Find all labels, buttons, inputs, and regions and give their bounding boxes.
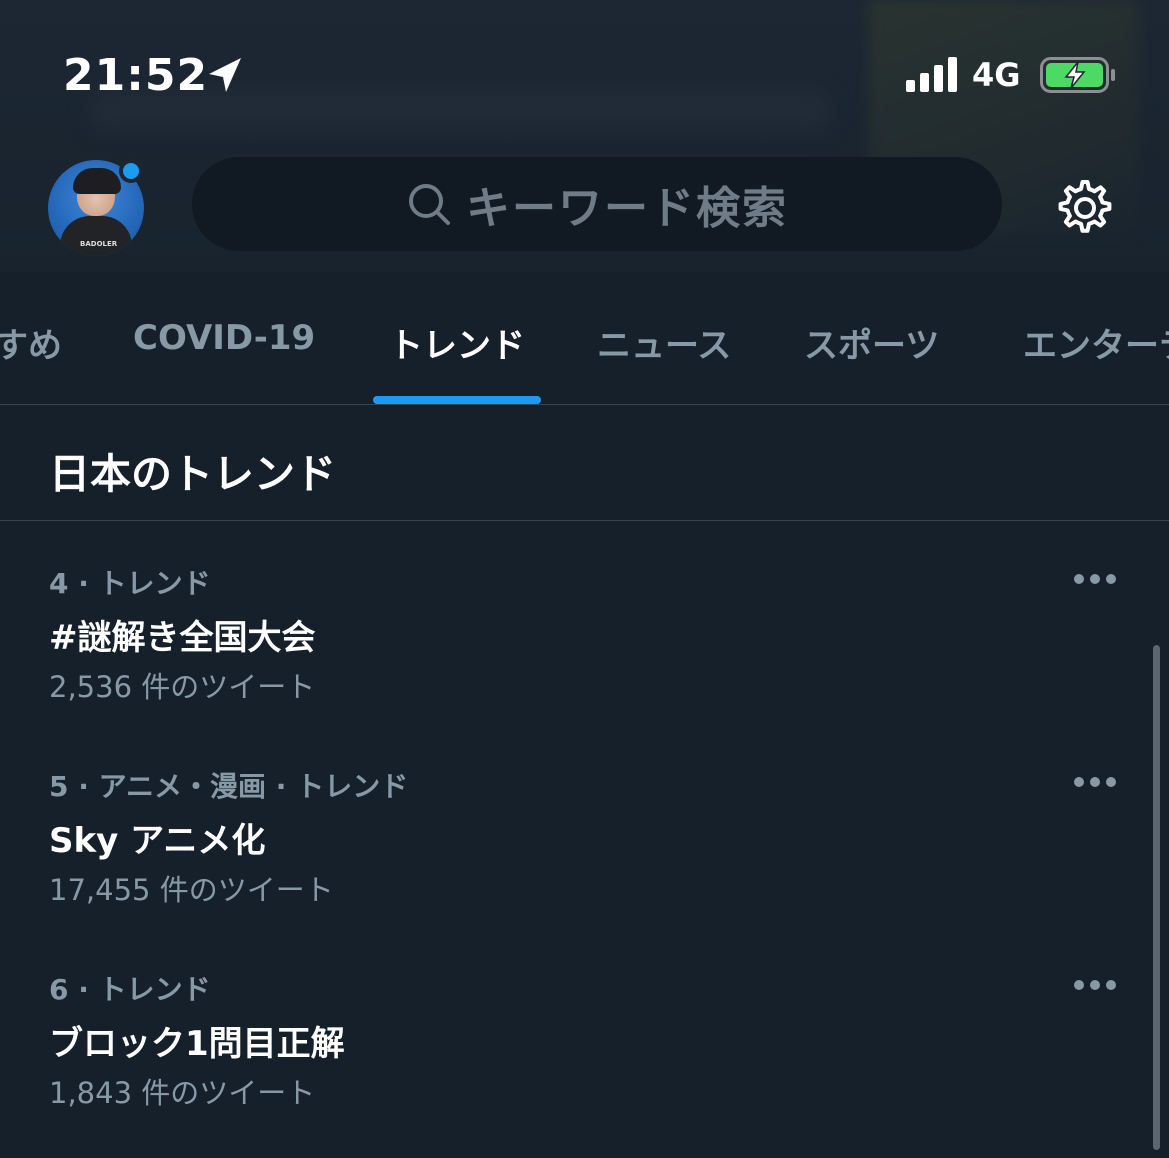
search-input[interactable]: キーワード検索	[192, 157, 1002, 251]
search-placeholder: キーワード検索	[466, 183, 788, 234]
avatar-body	[60, 216, 132, 256]
trend-tweet-count: 1,843 件のツイート	[49, 1076, 316, 1110]
more-options-icon[interactable]	[1072, 572, 1118, 586]
trend-tweet-count: 2,536 件のツイート	[49, 670, 316, 704]
tab-recommended[interactable]: すめ	[0, 318, 62, 367]
status-bar: 21:52 4G	[0, 40, 1169, 110]
tab-news[interactable]: ニュース	[597, 318, 731, 367]
trend-tweet-count: 17,455 件のツイート	[49, 873, 334, 907]
notification-dot	[119, 159, 143, 183]
tab-covid-19[interactable]: COVID-19	[133, 318, 315, 358]
trend-meta: 4 · トレンド	[49, 567, 211, 600]
tab-entertainment[interactable]: エンターテ	[1023, 318, 1169, 367]
trend-item[interactable]: 4 · トレンド #謎解き全国大会 2,536 件のツイート	[0, 562, 1169, 752]
avatar-hair	[73, 168, 121, 194]
tab-trending[interactable]: トレンド	[389, 318, 525, 367]
trend-item[interactable]: 5 · アニメ・漫画 · トレンド Sky アニメ化 17,455 件のツイート	[0, 765, 1169, 955]
more-options-icon[interactable]	[1072, 978, 1118, 992]
trend-name: Sky アニメ化	[49, 821, 266, 861]
trend-name: #謎解き全国大会	[49, 618, 316, 658]
avatar-shirt-text: BADOLER	[80, 240, 118, 248]
tab-sports[interactable]: スポーツ	[804, 318, 939, 367]
explore-tabs: すめ COVID-19 トレンド ニュース スポーツ エンターテ	[0, 280, 1169, 405]
trend-name: ブロック1問目正解	[49, 1024, 345, 1064]
battery-charging-icon	[1040, 57, 1115, 93]
trend-meta: 5 · アニメ・漫画 · トレンド	[49, 770, 409, 803]
trend-meta: 6 · トレンド	[49, 973, 211, 1006]
settings-gear-icon[interactable]	[1053, 176, 1117, 240]
explore-screen: 21:52 4G BADOLER キーワード検索 すめ COVID-19 トレン…	[0, 0, 1169, 1158]
search-icon	[409, 184, 450, 225]
status-time: 21:52	[63, 50, 209, 101]
scrollbar[interactable]	[1153, 645, 1160, 1150]
trend-item[interactable]: 6 · トレンド ブロック1問目正解 1,843 件のツイート	[0, 968, 1169, 1158]
more-options-icon[interactable]	[1072, 775, 1118, 789]
signal-strength-icon	[906, 57, 957, 92]
section-title: 日本のトレンド	[49, 450, 336, 498]
section-divider	[0, 520, 1169, 521]
network-type: 4G	[972, 56, 1021, 94]
location-arrow-icon	[209, 58, 241, 92]
active-tab-indicator	[373, 396, 541, 404]
